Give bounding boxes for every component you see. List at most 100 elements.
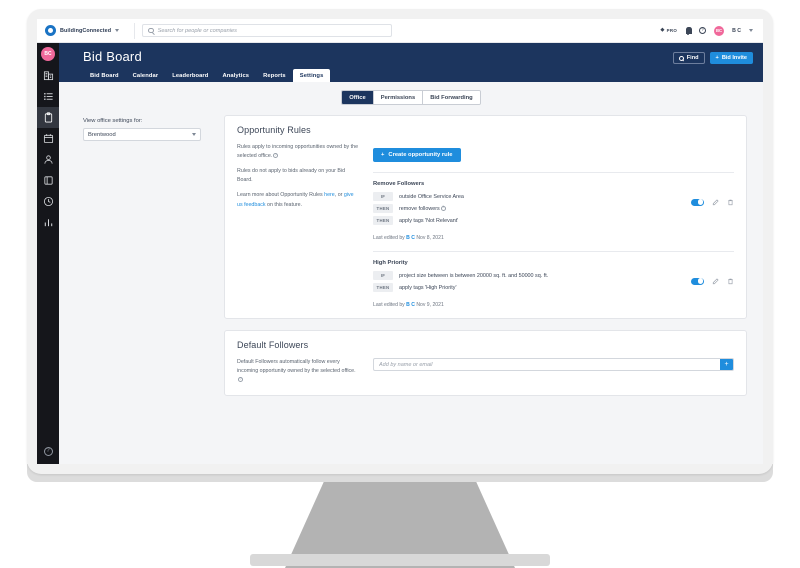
office-select-label: View office settings for:	[83, 118, 224, 124]
avatar[interactable]: BC	[41, 47, 55, 61]
rule-chip: THEN	[373, 283, 393, 292]
edit-icon[interactable]	[712, 272, 719, 290]
rule-line: THEN apply tags 'High Priority'	[373, 283, 685, 292]
brand-name: BuildingConnected	[60, 28, 111, 34]
rule-line: IF outside Office Service Area	[373, 192, 685, 201]
card-title: Opportunity Rules	[237, 125, 734, 135]
subtab-permissions[interactable]: Permissions	[374, 91, 423, 104]
office-select[interactable]: Brentwood	[83, 128, 201, 141]
sidebar-item-bid-board[interactable]	[37, 107, 59, 128]
opportunity-rules-description: Rules apply to incoming opportunities ow…	[237, 143, 359, 308]
tab-bid-board[interactable]: Bid Board	[83, 69, 126, 82]
rule-line: THEN apply tags 'Not Relevant'	[373, 216, 685, 225]
subtab-office[interactable]: Office	[342, 91, 373, 104]
tab-settings[interactable]: Settings	[293, 69, 331, 82]
header-actions: Find + Bid Invite	[673, 52, 753, 64]
bid-invite-label: Bid Invite	[722, 55, 747, 61]
pro-badge-label: PRO	[667, 28, 677, 33]
chevron-down-icon	[192, 133, 196, 136]
delete-icon[interactable]	[727, 272, 734, 290]
divider	[373, 172, 734, 173]
subtabs: Office Permissions Bid Forwarding	[341, 90, 480, 105]
rule-chip: THEN	[373, 216, 393, 225]
find-button[interactable]: Find	[673, 52, 705, 64]
rule-chip: IF	[373, 271, 393, 280]
rule-text: project size between is between 20000 sq…	[399, 273, 548, 279]
clipboard-icon	[43, 112, 54, 123]
rules-desc-3: Learn more about Opportunity Rules here,…	[237, 191, 359, 209]
sidebar-help-button[interactable]: ?	[37, 438, 59, 464]
card-body: Rules apply to incoming opportunities ow…	[237, 143, 734, 308]
sidebar-item-list[interactable]	[37, 86, 59, 107]
subtabs-row: Office Permissions Bid Forwarding	[59, 82, 763, 112]
sidebar-item-history[interactable]	[37, 191, 59, 212]
search-icon	[148, 28, 154, 34]
rule-item: Remove Followers IF outside Office Servi…	[373, 181, 734, 241]
bell-icon[interactable]	[685, 27, 691, 34]
rules-desc-2: Rules do not apply to bids already on yo…	[237, 167, 359, 185]
delete-icon[interactable]	[727, 193, 734, 211]
star-icon: ◆	[660, 28, 664, 33]
tab-analytics[interactable]: Analytics	[215, 69, 256, 82]
analytics-icon	[43, 217, 54, 228]
info-icon[interactable]: ?	[441, 206, 446, 211]
monitor-scene: BuildingConnected Search for people or c…	[0, 0, 800, 568]
rule-conditions: IF project size between is between 20000…	[373, 271, 685, 295]
sidebar-item-archive[interactable]	[37, 170, 59, 191]
bid-invite-button[interactable]: + Bid Invite	[710, 52, 753, 64]
rule-enabled-toggle[interactable]	[691, 199, 704, 206]
rule-line: THEN remove followers?	[373, 204, 685, 213]
avatar[interactable]: BC	[714, 26, 724, 36]
default-followers-card: Default Followers Default Followers auto…	[224, 330, 747, 396]
page-header: Bid Board Find + Bid Invite Bid Board	[59, 43, 763, 82]
search-input-placeholder: Search for people or companies	[158, 28, 237, 34]
sidebar-item-contacts[interactable]	[37, 149, 59, 170]
clock-icon	[43, 196, 54, 207]
rule-conditions: IF outside Office Service Area THEN remo…	[373, 192, 685, 228]
archive-icon	[43, 175, 54, 186]
page-title: Bid Board	[59, 47, 763, 69]
sidebar-item-analytics[interactable]	[37, 212, 59, 233]
global-search-box[interactable]: Search for people or companies	[142, 24, 392, 37]
contacts-icon	[43, 154, 54, 165]
subtab-bid-forwarding[interactable]: Bid Forwarding	[423, 91, 480, 104]
info-icon[interactable]: ?	[238, 377, 243, 382]
tab-leaderboard[interactable]: Leaderboard	[165, 69, 215, 82]
search-icon	[679, 56, 684, 61]
settings-cards: Opportunity Rules Rules apply to incomin…	[224, 112, 755, 396]
monitor-stand-base	[0, 554, 800, 568]
create-rule-label: Create opportunity rule	[388, 152, 452, 158]
default-followers-description: Default Followers automatically follow e…	[237, 358, 359, 385]
tab-reports[interactable]: Reports	[256, 69, 293, 82]
rule-text: remove followers?	[399, 206, 446, 212]
rule-text: apply tags 'Not Relevant'	[399, 218, 458, 224]
buildingconnected-logo-icon	[45, 25, 56, 36]
rule-enabled-toggle[interactable]	[691, 278, 704, 285]
tab-calendar[interactable]: Calendar	[126, 69, 166, 82]
card-title: Default Followers	[237, 340, 734, 350]
question-mark-icon: ?	[44, 447, 53, 456]
chevron-down-icon	[115, 29, 119, 32]
add-follower-button[interactable]: +	[720, 359, 733, 370]
content-area: Office Permissions Bid Forwarding View o…	[59, 82, 763, 464]
content-split: View office settings for: Brentwood Oppo…	[59, 112, 763, 396]
divider	[373, 251, 734, 252]
chevron-down-icon[interactable]	[749, 29, 753, 32]
rule-chip: THEN	[373, 204, 393, 213]
edit-icon[interactable]	[712, 193, 719, 211]
sidebar-item-office[interactable]	[37, 65, 59, 86]
learn-more-link[interactable]: here	[324, 192, 335, 198]
rule-last-edited: Last edited by B C Nov 8, 2021	[373, 235, 734, 241]
sidebar-item-calendar[interactable]	[37, 128, 59, 149]
rules-desc-1: Rules apply to incoming opportunities ow…	[237, 143, 359, 161]
create-opportunity-rule-button[interactable]: + Create opportunity rule	[373, 148, 461, 162]
followers-input[interactable]	[374, 362, 720, 368]
help-icon[interactable]: ?	[699, 27, 706, 34]
brand-logo-button[interactable]: BuildingConnected	[45, 25, 127, 36]
rule-block: IF project size between is between 20000…	[373, 271, 734, 295]
rule-item: High Priority IF project size between is…	[373, 260, 734, 308]
office-settings-panel: View office settings for: Brentwood	[59, 112, 224, 396]
opportunity-rules-card: Opportunity Rules Rules apply to incomin…	[224, 115, 747, 319]
info-icon[interactable]: ?	[273, 153, 278, 158]
user-menu-label[interactable]: B C	[732, 28, 741, 34]
